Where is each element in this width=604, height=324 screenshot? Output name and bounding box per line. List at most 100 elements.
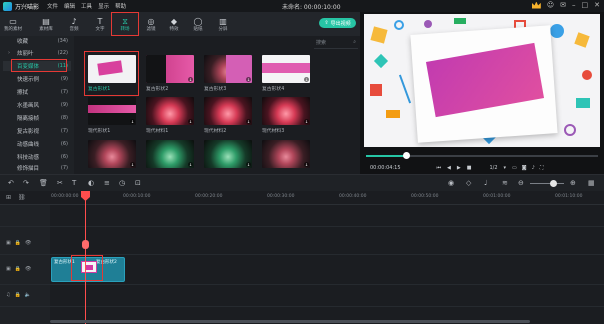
delete-icon[interactable]: 🗑 xyxy=(39,179,48,187)
media-toolbar: ▭ 我的素材 ▤ 素材库 ♪ 音频 T 文字 ⧖ 转场 ◎ 滤镜 ◆ 特效 ◯ 贴纸 ▥ 分屏 xyxy=(0,12,360,36)
fullscreen-icon[interactable]: ⛶ xyxy=(540,165,544,171)
search-box[interactable]: 搜索 ⌕ xyxy=(316,38,356,46)
speaker-icon[interactable]: 🔈 xyxy=(25,292,31,298)
thumb-retro-shape-4[interactable]: ↓ xyxy=(262,55,310,83)
download-icon[interactable]: ↓ xyxy=(304,77,309,82)
play-back-icon[interactable]: ◀ xyxy=(447,165,451,171)
tab-sticker[interactable]: ◯ 贴纸 xyxy=(187,14,209,35)
thumb-modern-material-4[interactable]: ↓ xyxy=(88,140,136,168)
download-icon[interactable]: ↓ xyxy=(130,162,135,167)
thumb-modern-material-1[interactable]: ↓ xyxy=(146,97,194,125)
preview-scrubber-handle[interactable] xyxy=(403,152,410,159)
tab-filter[interactable]: ◎ 滤镜 xyxy=(140,14,162,35)
thumb-retro-shape-3[interactable]: ↓ xyxy=(204,55,252,83)
menu-help[interactable]: 帮助 xyxy=(115,2,126,10)
zoom-in-icon[interactable]: ⊕ xyxy=(570,179,576,187)
maximize-icon[interactable]: □ xyxy=(582,1,589,9)
export-button[interactable]: ⇪ 导出视频 xyxy=(319,18,356,28)
timeline-settings-icon[interactable]: ▦ xyxy=(588,179,595,187)
play-icon[interactable]: ▶ xyxy=(457,165,461,171)
minimize-icon[interactable]: – xyxy=(572,1,576,9)
thumb-modern-material-6[interactable]: ↓ xyxy=(204,140,252,168)
page-indicator[interactable]: 1/2 xyxy=(489,165,497,171)
timeline-ruler[interactable]: 00:00:00:00 00:00:10:00 00:00:20:00 00:0… xyxy=(0,191,604,205)
thumb-retro-shape-2[interactable]: ↓ xyxy=(146,55,194,83)
download-icon[interactable]: ↓ xyxy=(188,77,193,82)
adjust-icon[interactable]: ≡ xyxy=(104,179,110,187)
dropdown-icon[interactable]: ▾ xyxy=(504,165,507,171)
menu-file[interactable]: 文件 xyxy=(47,2,58,10)
download-icon[interactable]: ↓ xyxy=(246,162,251,167)
thumb-modern-material-7[interactable]: ↓ xyxy=(262,140,310,168)
download-icon[interactable]: ↓ xyxy=(246,77,251,82)
lock-icon[interactable]: 🔒 xyxy=(15,240,21,246)
sidebar-item-4[interactable]: 擦拭 (7) xyxy=(3,87,71,97)
sidebar-item-8[interactable]: 动感曲线 (6) xyxy=(3,139,71,149)
sidebar-item-5[interactable]: 水墨画风 (9) xyxy=(3,100,71,110)
tab-text[interactable]: T 文字 xyxy=(89,14,111,35)
zoom-slider-handle[interactable] xyxy=(550,180,557,187)
sidebar-item-favorites[interactable]: 收藏 (34) xyxy=(3,36,71,46)
thumb-modern-material-3[interactable]: ↓ xyxy=(262,97,310,125)
add-track-icon[interactable]: ⊞ xyxy=(6,194,11,201)
snapshot-icon[interactable]: ◙ xyxy=(522,165,527,171)
sidebar-item-6[interactable]: 隔离接帧 (8) xyxy=(3,113,71,123)
tab-split-screen[interactable]: ▥ 分屏 xyxy=(212,14,234,35)
download-icon[interactable]: ↓ xyxy=(304,162,309,167)
mic-icon[interactable]: ♩ xyxy=(484,179,487,187)
preview-canvas[interactable] xyxy=(364,14,600,147)
text-tool-icon[interactable]: T xyxy=(72,179,76,187)
close-icon[interactable]: ✕ xyxy=(594,1,600,9)
lock-icon[interactable]: 🔒 xyxy=(14,292,20,298)
tab-effects[interactable]: ◆ 特效 xyxy=(163,14,185,35)
premium-crown-icon[interactable] xyxy=(531,1,541,9)
sidebar-item-1[interactable]: › 炫丽叶 (22) xyxy=(3,48,71,58)
track-divider xyxy=(0,306,604,307)
thumb-label: 现代材料2 xyxy=(204,129,227,134)
crop-icon[interactable]: ⊡ xyxy=(135,179,141,187)
audio-mix-icon[interactable]: ≋ xyxy=(502,179,508,187)
menu-view[interactable]: 显示 xyxy=(98,2,109,10)
sidebar-item-10[interactable]: 修饰描目 (7) xyxy=(3,163,71,173)
playhead-line[interactable] xyxy=(85,191,86,324)
download-icon[interactable]: ↓ xyxy=(130,119,135,124)
lock-icon[interactable]: 🔒 xyxy=(15,266,21,272)
tab-my-media[interactable]: ▭ 我的素材 xyxy=(2,14,24,35)
marker-icon[interactable]: ◇ xyxy=(466,179,471,187)
track-divider xyxy=(0,284,604,285)
undo-icon[interactable]: ↶ xyxy=(8,179,14,187)
mail-icon[interactable]: ✉ xyxy=(560,1,566,9)
panel-divider[interactable] xyxy=(74,36,82,174)
download-icon[interactable]: ↓ xyxy=(246,119,251,124)
sidebar-item-9[interactable]: 科技动感 (6) xyxy=(3,152,71,162)
timeline-scrollbar[interactable] xyxy=(50,320,530,323)
thumb-modern-material-5[interactable]: ↓ xyxy=(146,140,194,168)
speed-icon[interactable]: ◷ xyxy=(119,179,125,187)
download-icon[interactable]: ↓ xyxy=(188,162,193,167)
download-icon[interactable]: ↓ xyxy=(304,119,309,124)
volume-icon[interactable]: ♪ xyxy=(532,165,535,171)
zoom-out-icon[interactable]: ⊖ xyxy=(518,179,524,187)
thumb-modern-material-2[interactable]: ↓ xyxy=(204,97,252,125)
tab-audio[interactable]: ♪ 音频 xyxy=(63,14,85,35)
prev-frame-icon[interactable]: ⏮ xyxy=(437,165,442,171)
cut-icon[interactable]: ✂ xyxy=(57,179,63,187)
stop-icon[interactable]: ■ xyxy=(467,165,472,171)
sidebar-item-3[interactable]: 快速示例 (9) xyxy=(3,74,71,84)
thumb-modern-shape-1[interactable]: ↓ xyxy=(88,97,136,125)
menu-tools[interactable]: 工具 xyxy=(81,2,92,10)
download-icon[interactable]: ↓ xyxy=(188,119,193,124)
color-icon[interactable]: ◐ xyxy=(88,179,94,187)
user-icon[interactable]: ☺ xyxy=(547,1,554,9)
sidebar-item-7[interactable]: 复古影视 (7) xyxy=(3,126,71,136)
redo-icon[interactable]: ↷ xyxy=(23,179,29,187)
link-icon[interactable]: ⛓ xyxy=(18,194,26,201)
menu-edit[interactable]: 编辑 xyxy=(64,2,75,10)
tab-library[interactable]: ▤ 素材库 xyxy=(35,14,57,35)
zoom-slider-track[interactable] xyxy=(530,183,564,184)
render-icon[interactable]: ◉ xyxy=(448,179,454,187)
screen-icon[interactable]: ▭ xyxy=(512,165,517,171)
search-input[interactable]: 搜索 xyxy=(316,39,326,46)
eye-icon[interactable]: 👁 xyxy=(25,240,31,246)
eye-icon[interactable]: 👁 xyxy=(25,266,31,272)
